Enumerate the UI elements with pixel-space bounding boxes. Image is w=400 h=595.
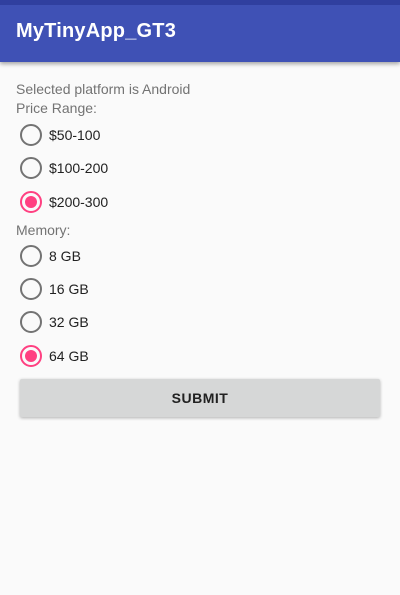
- selected-platform-text: Selected platform is Android: [16, 81, 191, 97]
- radio-button-icon[interactable]: [20, 278, 42, 300]
- radio-button-icon[interactable]: [20, 124, 42, 146]
- radio-price-50-100[interactable]: $50-100: [20, 122, 220, 148]
- radio-memory-32gb[interactable]: 32 GB: [20, 309, 220, 335]
- radio-label: 64 GB: [49, 348, 89, 364]
- radio-label: $200-300: [49, 194, 109, 210]
- memory-label: Memory:: [16, 222, 71, 238]
- radio-memory-64gb[interactable]: 64 GB: [20, 343, 220, 369]
- radio-label: $100-200: [49, 160, 109, 176]
- radio-button-icon[interactable]: [20, 311, 42, 333]
- radio-label: 16 GB: [49, 281, 89, 297]
- app-bar: MyTinyApp_GT3: [0, 0, 400, 62]
- radio-button-icon[interactable]: [20, 191, 42, 213]
- radio-price-100-200[interactable]: $100-200: [20, 155, 220, 181]
- radio-button-icon[interactable]: [20, 245, 42, 267]
- submit-button[interactable]: SUBMIT: [20, 379, 380, 417]
- radio-button-icon[interactable]: [20, 345, 42, 367]
- status-bar: [0, 0, 400, 5]
- main-content: Selected platform is Android Price Range…: [0, 62, 400, 595]
- radio-price-200-300[interactable]: $200-300: [20, 189, 220, 215]
- radio-memory-16gb[interactable]: 16 GB: [20, 276, 220, 302]
- radio-label: $50-100: [49, 127, 101, 143]
- radio-label: 32 GB: [49, 314, 89, 330]
- app-title: MyTinyApp_GT3: [16, 20, 177, 42]
- radio-memory-8gb[interactable]: 8 GB: [20, 243, 220, 269]
- radio-label: 8 GB: [49, 248, 81, 264]
- radio-button-icon[interactable]: [20, 157, 42, 179]
- price-range-label: Price Range:: [16, 100, 97, 116]
